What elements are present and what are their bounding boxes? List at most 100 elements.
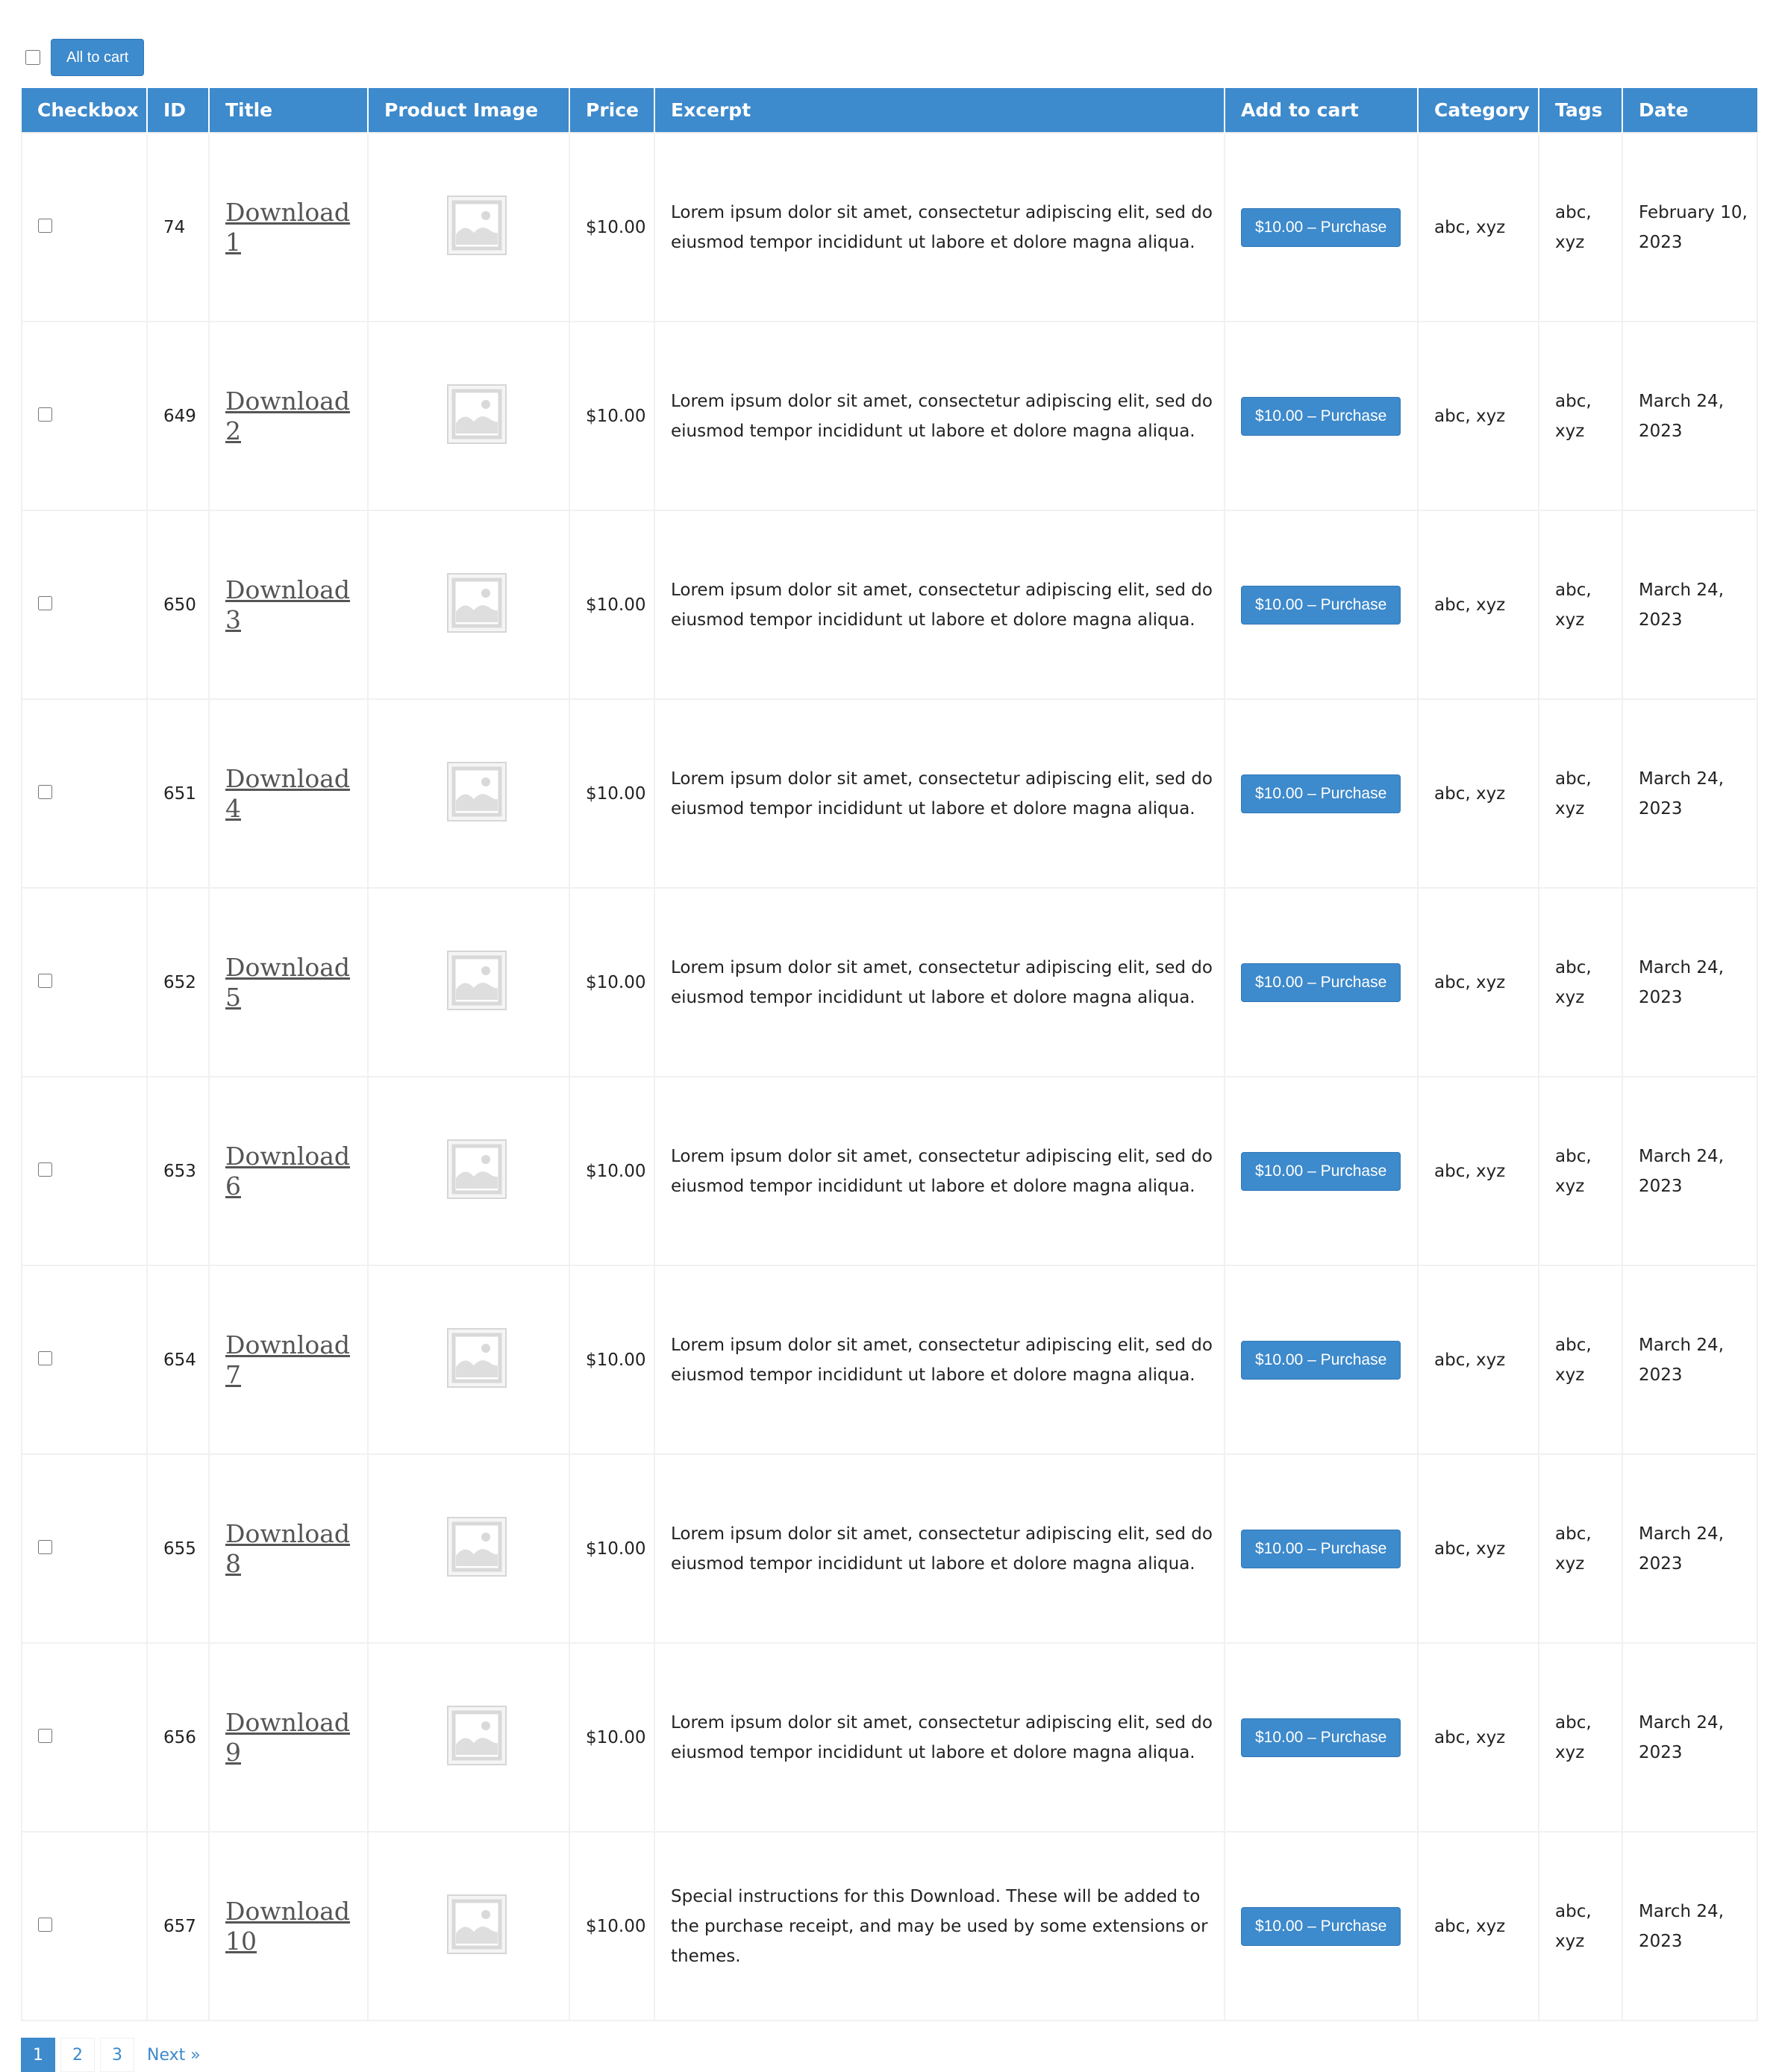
tags-cell: abc, xyz bbox=[1538, 1453, 1623, 1644]
category-cell: abc, xyz bbox=[1417, 1076, 1539, 1266]
product-title-link[interactable]: Download 1 bbox=[225, 198, 367, 257]
select-all-checkbox[interactable] bbox=[25, 50, 40, 65]
all-to-cart-button[interactable]: All to cart bbox=[51, 39, 145, 76]
image-cell bbox=[367, 1831, 570, 2021]
col-header-tags: Tags bbox=[1539, 88, 1623, 133]
purchase-button[interactable]: $10.00 – Purchase bbox=[1241, 396, 1401, 436]
image-cell bbox=[367, 321, 570, 511]
checkbox-cell bbox=[21, 510, 148, 700]
row-checkbox[interactable] bbox=[38, 1917, 52, 1932]
purchase-button[interactable]: $10.00 – Purchase bbox=[1241, 207, 1401, 247]
product-title-link[interactable]: Download 8 bbox=[225, 1519, 367, 1579]
purchase-button[interactable]: $10.00 – Purchase bbox=[1241, 774, 1401, 813]
product-tags: abc, xyz bbox=[1555, 957, 1592, 1007]
product-date: March 24, 2023 bbox=[1639, 1335, 1725, 1385]
price-cell: $10.00 bbox=[569, 321, 655, 511]
row-checkbox[interactable] bbox=[38, 407, 52, 422]
image-placeholder-icon[interactable] bbox=[446, 572, 507, 637]
id-cell: 651 bbox=[146, 698, 210, 889]
excerpt-cell: Lorem ipsum dolor sit amet, consectetur … bbox=[654, 698, 1225, 889]
price-cell: $10.00 bbox=[569, 1642, 655, 1832]
image-placeholder-icon[interactable] bbox=[446, 384, 507, 448]
title-cell: Download 10 bbox=[208, 1831, 369, 2021]
table-row: 649 Download 2 $10.00 Lorem ipsum dolor … bbox=[21, 321, 1758, 511]
page-link-3[interactable]: 3 bbox=[100, 2038, 134, 2072]
title-cell: Download 2 bbox=[208, 321, 369, 511]
product-title-link[interactable]: Download 2 bbox=[225, 386, 367, 446]
product-category: abc, xyz bbox=[1434, 217, 1506, 237]
product-title-link[interactable]: Download 10 bbox=[225, 1897, 367, 1956]
row-checkbox[interactable] bbox=[38, 218, 52, 233]
purchase-button[interactable]: $10.00 – Purchase bbox=[1241, 1529, 1401, 1568]
product-title-link[interactable]: Download 3 bbox=[225, 575, 367, 635]
product-title-link[interactable]: Download 9 bbox=[225, 1708, 367, 1768]
row-checkbox[interactable] bbox=[38, 973, 52, 988]
purchase-button[interactable]: $10.00 – Purchase bbox=[1241, 1718, 1401, 1757]
next-page-link[interactable]: Next » bbox=[140, 2038, 208, 2072]
image-placeholder-icon[interactable] bbox=[446, 1705, 507, 1770]
add-to-cart-cell: $10.00 – Purchase bbox=[1224, 510, 1419, 700]
product-category: abc, xyz bbox=[1434, 783, 1506, 804]
col-header-checkbox: Checkbox bbox=[22, 88, 148, 133]
table-row: 656 Download 9 $10.00 Lorem ipsum dolor … bbox=[21, 1642, 1758, 1832]
title-cell: Download 7 bbox=[208, 1265, 369, 1455]
row-checkbox[interactable] bbox=[38, 1728, 52, 1743]
page-link-2[interactable]: 2 bbox=[60, 2038, 95, 2072]
table-header-row: Checkbox ID Title Product Image Price Ex… bbox=[22, 88, 1757, 133]
image-placeholder-icon[interactable] bbox=[446, 1327, 507, 1392]
col-header-id: ID bbox=[147, 88, 210, 133]
purchase-button[interactable]: $10.00 – Purchase bbox=[1241, 1906, 1401, 1946]
image-placeholder-icon[interactable] bbox=[446, 1139, 507, 1204]
id-cell: 654 bbox=[146, 1265, 210, 1455]
excerpt-cell: Lorem ipsum dolor sit amet, consectetur … bbox=[654, 1076, 1225, 1266]
add-to-cart-cell: $10.00 – Purchase bbox=[1224, 321, 1419, 511]
image-placeholder-icon[interactable] bbox=[446, 1516, 507, 1581]
product-title-link[interactable]: Download 5 bbox=[225, 953, 367, 1012]
row-checkbox[interactable] bbox=[38, 1162, 52, 1177]
image-placeholder-icon[interactable] bbox=[446, 195, 507, 260]
col-header-title: Title bbox=[209, 88, 369, 133]
checkbox-cell bbox=[21, 1642, 148, 1832]
purchase-button[interactable]: $10.00 – Purchase bbox=[1241, 585, 1401, 625]
product-excerpt: Lorem ipsum dolor sit amet, consectetur … bbox=[671, 1335, 1213, 1385]
product-price: $10.00 bbox=[586, 217, 646, 237]
product-price: $10.00 bbox=[586, 595, 646, 615]
products-table: Checkbox ID Title Product Image Price Ex… bbox=[21, 88, 1758, 2021]
date-cell: March 24, 2023 bbox=[1622, 1076, 1758, 1266]
price-cell: $10.00 bbox=[569, 1076, 655, 1266]
row-checkbox[interactable] bbox=[38, 595, 52, 610]
title-cell: Download 6 bbox=[208, 1076, 369, 1266]
product-category: abc, xyz bbox=[1434, 406, 1506, 426]
table-row: 652 Download 5 $10.00 Lorem ipsum dolor … bbox=[21, 887, 1758, 1077]
title-cell: Download 4 bbox=[208, 698, 369, 889]
product-title-link[interactable]: Download 7 bbox=[225, 1330, 367, 1390]
date-cell: March 24, 2023 bbox=[1622, 1831, 1758, 2021]
product-title-link[interactable]: Download 6 bbox=[225, 1142, 367, 1201]
row-checkbox[interactable] bbox=[38, 1350, 52, 1365]
table-row: 654 Download 7 $10.00 Lorem ipsum dolor … bbox=[21, 1265, 1758, 1455]
product-excerpt: Lorem ipsum dolor sit amet, consectetur … bbox=[671, 1712, 1213, 1762]
product-date: March 24, 2023 bbox=[1639, 957, 1725, 1007]
purchase-button[interactable]: $10.00 – Purchase bbox=[1241, 1151, 1401, 1191]
date-cell: March 24, 2023 bbox=[1622, 1642, 1758, 1832]
row-checkbox[interactable] bbox=[38, 784, 52, 799]
product-date: March 24, 2023 bbox=[1639, 1712, 1725, 1762]
image-placeholder-icon[interactable] bbox=[446, 1894, 507, 1959]
purchase-button[interactable]: $10.00 – Purchase bbox=[1241, 963, 1401, 1002]
table-row: 653 Download 6 $10.00 Lorem ipsum dolor … bbox=[21, 1076, 1758, 1266]
page-link-1[interactable]: 1 bbox=[21, 2038, 55, 2072]
product-category: abc, xyz bbox=[1434, 1916, 1506, 1936]
product-title-link[interactable]: Download 4 bbox=[225, 764, 367, 824]
image-placeholder-icon[interactable] bbox=[446, 761, 507, 826]
product-tags: abc, xyz bbox=[1555, 1524, 1592, 1574]
purchase-button[interactable]: $10.00 – Purchase bbox=[1241, 1340, 1401, 1380]
image-placeholder-icon[interactable] bbox=[446, 950, 507, 1015]
product-excerpt: Lorem ipsum dolor sit amet, consectetur … bbox=[671, 202, 1213, 252]
product-tags: abc, xyz bbox=[1555, 580, 1592, 630]
category-cell: abc, xyz bbox=[1417, 1642, 1539, 1832]
row-checkbox[interactable] bbox=[38, 1539, 52, 1554]
add-to-cart-cell: $10.00 – Purchase bbox=[1224, 1265, 1419, 1455]
product-price: $10.00 bbox=[586, 1161, 646, 1181]
checkbox-cell bbox=[21, 1453, 148, 1644]
tags-cell: abc, xyz bbox=[1538, 698, 1623, 889]
